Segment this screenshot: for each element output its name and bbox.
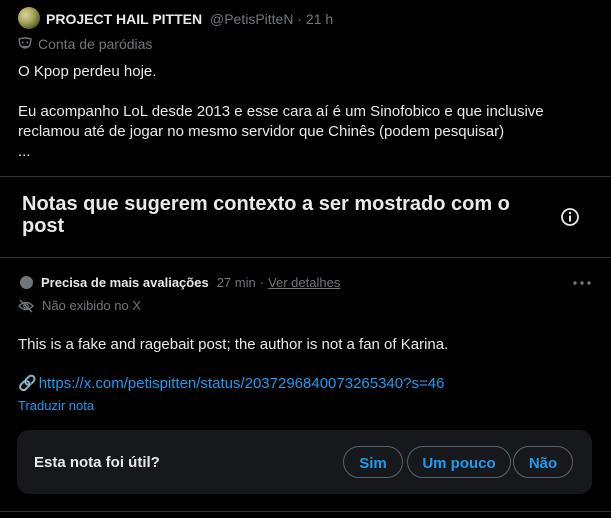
community-notes-header: Notas que sugerem contexto a ser mostrad…	[0, 177, 611, 258]
separator: ·	[259, 275, 265, 290]
eye-off-icon	[18, 299, 34, 312]
note-body: This is a fake and ragebait post; the au…	[18, 336, 449, 353]
note-time: 27 min	[216, 275, 256, 290]
post-text: O Kpop perdeu hoje. Eu acompanho LoL des…	[18, 62, 598, 162]
parody-label: Conta de paródias	[18, 36, 152, 52]
translate-note-link[interactable]: Traduzir nota	[18, 398, 94, 413]
not-shown-label: Não exibido no X	[18, 298, 141, 313]
post-text-line: ...	[18, 143, 31, 160]
author-handle: @PetisPitteN · 21 h	[209, 11, 334, 27]
not-shown-text: Não exibido no X	[42, 298, 142, 313]
no-button[interactable]: Não	[513, 446, 573, 478]
somewhat-button[interactable]: Um pouco	[407, 446, 511, 478]
note-source-link[interactable]: https://x.com/petispitten/status/2037296…	[39, 374, 445, 394]
post-timestamp[interactable]: 21 h	[306, 11, 333, 27]
helpful-prompt: Esta nota foi útil? Sim Um pouco Não	[17, 430, 592, 494]
post-text-line: O Kpop perdeu hoje.	[18, 63, 157, 80]
note-meta: Precisa de mais avaliações 27 min · Ver …	[20, 275, 340, 290]
divider	[0, 511, 611, 512]
status-dot-icon	[20, 276, 33, 289]
link-icon: 🔗	[18, 375, 37, 392]
post-text-line: Eu acompanho LoL desde 2013 e esse cara …	[18, 103, 544, 140]
view-details-link[interactable]: Ver detalhes	[268, 275, 340, 290]
author-line: PROJECT HAIL PITTEN @PetisPitteN · 21 h	[46, 10, 333, 28]
avatar[interactable]	[18, 7, 40, 29]
post: PROJECT HAIL PITTEN @PetisPitteN · 21 h …	[0, 0, 611, 177]
notes-title: Notas que sugerem contexto a ser mostrad…	[22, 193, 510, 237]
info-icon[interactable]	[560, 207, 580, 227]
yes-button[interactable]: Sim	[343, 446, 403, 478]
helpful-question: Esta nota foi útil?	[34, 454, 160, 471]
parody-text: Conta de paródias	[38, 36, 153, 52]
note-link-row: 🔗 https://x.com/petispitten/status/20372…	[18, 374, 444, 394]
mask-icon	[18, 37, 32, 49]
more-options-icon[interactable]	[572, 276, 592, 290]
note-status: Precisa de mais avaliações	[41, 275, 209, 290]
author-name[interactable]: PROJECT HAIL PITTEN	[46, 11, 202, 27]
